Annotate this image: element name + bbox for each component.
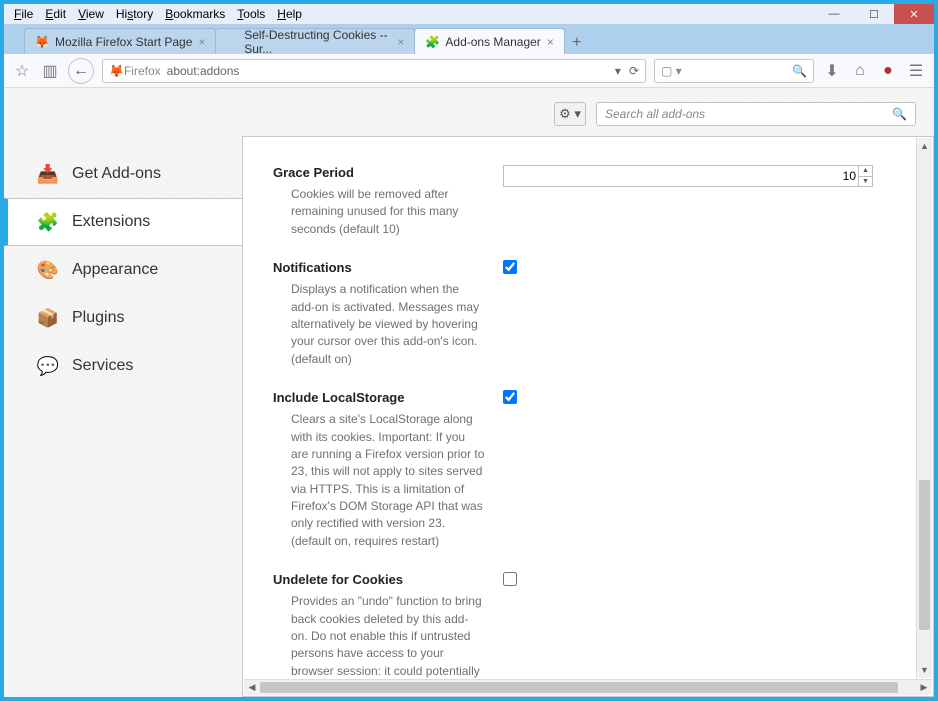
minimize-button[interactable]: — xyxy=(814,4,854,24)
pref-row: Include LocalStorage Clears a site's Loca… xyxy=(273,390,873,550)
pref-number-value: 10 xyxy=(843,169,856,183)
scroll-thumb[interactable] xyxy=(260,682,898,693)
tab-bar: 🦊 Mozilla Firefox Start Page × Self-Dest… xyxy=(4,24,934,54)
favicon-firefox-icon: 🦊 xyxy=(35,35,49,49)
pref-checkbox[interactable] xyxy=(503,572,517,586)
identity-label: Firefox xyxy=(124,64,161,78)
addons-page: ⚙ ▾ Search all add-ons 🔍 📥 Get Add-ons 🧩… xyxy=(4,88,934,697)
tab-addons-manager[interactable]: 🧩 Add-ons Manager × xyxy=(414,28,564,54)
reload-icon[interactable]: ⟳ xyxy=(629,64,639,78)
addons-search-placeholder: Search all add-ons xyxy=(605,107,705,121)
sidebar-item-label: Get Add-ons xyxy=(72,165,161,183)
addons-sidebar: 📥 Get Add-ons 🧩 Extensions 🎨 Appearance … xyxy=(4,136,242,697)
sidebar-item-appearance[interactable]: 🎨 Appearance xyxy=(4,246,242,294)
spinner-up-icon[interactable]: ▲ xyxy=(859,166,872,177)
close-button[interactable]: ✕ xyxy=(894,4,934,24)
pref-description: Cookies will be removed after remaining … xyxy=(273,186,485,238)
window-controls: — ☐ ✕ xyxy=(814,4,934,24)
new-tab-button[interactable]: + xyxy=(564,32,590,54)
pref-row: Grace Period Cookies will be removed afte… xyxy=(273,165,873,238)
favicon-blank-icon xyxy=(226,35,238,49)
pref-description: Clears a site's LocalStorage along with … xyxy=(273,411,485,550)
sidebar-item-get-addons[interactable]: 📥 Get Add-ons xyxy=(4,150,242,198)
sidebar-toggle-icon[interactable]: ▥ xyxy=(40,61,60,81)
plugins-icon: 📦 xyxy=(36,306,60,330)
pref-title: Grace Period xyxy=(273,165,485,180)
menu-history[interactable]: History xyxy=(110,5,159,23)
appearance-icon: 🎨 xyxy=(36,258,60,282)
menu-help[interactable]: Help xyxy=(271,5,308,23)
tab-label: Self-Destructing Cookies -- Sur... xyxy=(244,28,391,56)
tab-firefox-start[interactable]: 🦊 Mozilla Firefox Start Page × xyxy=(24,28,216,54)
addons-search-input[interactable]: Search all add-ons 🔍 xyxy=(596,102,916,126)
menu-view[interactable]: View xyxy=(72,5,110,23)
tab-label: Add-ons Manager xyxy=(445,35,540,49)
tab-close-icon[interactable]: × xyxy=(198,35,205,49)
spinner-down-icon[interactable]: ▼ xyxy=(859,177,872,187)
scroll-up-icon[interactable]: ▲ xyxy=(917,138,932,154)
bookmark-star-icon[interactable]: ☆ xyxy=(12,61,32,81)
sidebar-item-label: Services xyxy=(72,357,133,375)
scroll-right-icon[interactable]: ▶ xyxy=(916,682,932,693)
addon-detail-panel: Grace Period Cookies will be removed afte… xyxy=(242,136,934,697)
browser-search-bar[interactable]: ▢ ▾ 🔍 xyxy=(654,59,814,83)
sidebar-item-extensions[interactable]: 🧩 Extensions xyxy=(4,198,242,246)
menu-tools[interactable]: Tools xyxy=(231,5,271,23)
back-button[interactable]: ← xyxy=(68,58,94,84)
sidebar-item-plugins[interactable]: 📦 Plugins xyxy=(4,294,242,342)
sidebar-item-label: Plugins xyxy=(72,309,124,327)
menu-file[interactable]: File xyxy=(8,5,39,23)
sidebar-item-label: Appearance xyxy=(72,261,158,279)
pref-description: Displays a notification when the add-on … xyxy=(273,281,485,368)
menu-bookmarks[interactable]: Bookmarks xyxy=(159,5,231,23)
url-dropdown-icon[interactable]: ▾ xyxy=(615,64,621,78)
sidebar-item-services[interactable]: 💬 Services xyxy=(4,342,242,390)
url-text: about:addons xyxy=(167,64,240,78)
pref-title: Notifications xyxy=(273,260,485,275)
maximize-button[interactable]: ☐ xyxy=(854,4,894,24)
tab-label: Mozilla Firefox Start Page xyxy=(55,35,192,49)
hamburger-menu-icon[interactable]: ☰ xyxy=(906,61,926,81)
sidebar-item-label: Extensions xyxy=(72,213,150,231)
nav-toolbar: ☆ ▥ ← 🦊 Firefox about:addons ▾ ⟳ ▢ ▾ 🔍 ⬇… xyxy=(4,54,934,88)
pref-title: Include LocalStorage xyxy=(273,390,485,405)
home-icon[interactable]: ⌂ xyxy=(850,61,870,81)
pref-row: Undelete for CookiesProvides an "undo" f… xyxy=(273,572,873,696)
menu-edit[interactable]: Edit xyxy=(39,5,72,23)
search-icon[interactable]: 🔍 xyxy=(792,64,807,78)
identity-firefox-icon: 🦊 xyxy=(109,64,124,78)
downloads-icon[interactable]: ⬇ xyxy=(822,61,842,81)
pref-checkbox[interactable] xyxy=(503,260,517,274)
search-engine-icon[interactable]: ▢ ▾ xyxy=(661,64,682,78)
tab-self-destructing-cookies[interactable]: Self-Destructing Cookies -- Sur... × xyxy=(215,28,415,54)
url-bar[interactable]: 🦊 Firefox about:addons ▾ ⟳ xyxy=(102,59,646,83)
pref-row: Notifications Displays a notification whe… xyxy=(273,260,873,368)
get-addons-icon: 📥 xyxy=(36,162,60,186)
addons-top-controls: ⚙ ▾ Search all add-ons 🔍 xyxy=(4,88,934,136)
pref-checkbox[interactable] xyxy=(503,390,517,404)
scroll-down-icon[interactable]: ▼ xyxy=(917,662,932,678)
search-icon[interactable]: 🔍 xyxy=(892,107,907,121)
services-icon: 💬 xyxy=(36,354,60,378)
abp-icon[interactable]: ● xyxy=(878,61,898,81)
favicon-addons-icon: 🧩 xyxy=(425,35,439,49)
horizontal-scrollbar[interactable]: ◀ ▶ xyxy=(244,679,932,695)
tab-close-icon[interactable]: × xyxy=(397,35,404,49)
vertical-scrollbar[interactable]: ▲ ▼ xyxy=(916,138,932,678)
tab-close-icon[interactable]: × xyxy=(547,35,554,49)
pref-number-input[interactable]: 10▲▼ xyxy=(503,165,873,187)
scroll-left-icon[interactable]: ◀ xyxy=(244,682,260,693)
scroll-thumb[interactable] xyxy=(919,480,930,630)
addons-tools-button[interactable]: ⚙ ▾ xyxy=(554,102,586,126)
pref-title: Undelete for Cookies xyxy=(273,572,485,587)
menubar: File Edit View History Bookmarks Tools H… xyxy=(4,4,934,24)
extensions-icon: 🧩 xyxy=(36,210,60,234)
